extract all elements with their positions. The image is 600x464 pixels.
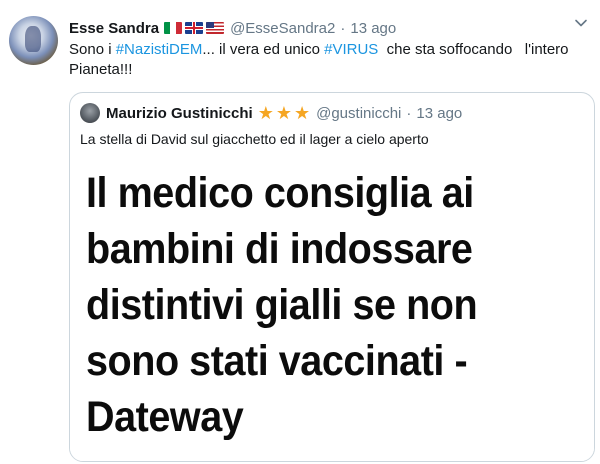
image-headline: Il medico consiglia ai bambini di indoss…: [86, 169, 478, 441]
tweet-header: Esse Sandra @EsseSandra2 · 13 ago: [69, 17, 396, 39]
quoted-tweet-header: Maurizio Gustinicchi ★ ★ ★ @gustinicchi …: [80, 102, 462, 124]
text-part: Sono i: [69, 41, 116, 58]
star-icon: ★: [275, 103, 292, 123]
quoted-image[interactable]: Il medico consiglia ai bambini di indoss…: [70, 157, 594, 461]
hashtag-link[interactable]: #NazistiDEM: [116, 41, 203, 58]
quoted-handle[interactable]: @gustinicchi: [316, 105, 401, 122]
quoted-timestamp[interactable]: 13 ago: [416, 105, 462, 122]
quoted-display-name[interactable]: Maurizio Gustinicchi: [106, 105, 253, 122]
tweet[interactable]: Esse Sandra @EsseSandra2 · 13 ago Sono i…: [0, 0, 600, 464]
timestamp[interactable]: 13 ago: [350, 20, 396, 37]
quoted-tweet-text: La stella di David sul giacchetto ed il …: [80, 131, 429, 147]
quoted-tweet[interactable]: Maurizio Gustinicchi ★ ★ ★ @gustinicchi …: [69, 92, 595, 462]
display-name[interactable]: Esse Sandra: [69, 20, 159, 37]
star-icon: ★: [257, 103, 274, 123]
us-flag-icon: [206, 22, 225, 34]
avatar[interactable]: [9, 16, 58, 65]
flag-emojis: [164, 22, 225, 34]
separator-dot: ·: [406, 104, 412, 122]
star-icon: ★: [293, 103, 311, 123]
quoted-avatar[interactable]: [80, 103, 100, 123]
uk-flag-icon: [185, 22, 204, 34]
italy-flag-icon: [164, 22, 183, 34]
chevron-down-icon[interactable]: [572, 16, 590, 34]
star-emojis: ★ ★ ★: [258, 104, 310, 122]
hashtag-link[interactable]: #VIRUS: [324, 41, 378, 58]
user-handle[interactable]: @EsseSandra2: [230, 20, 335, 37]
separator-dot: ·: [340, 19, 346, 37]
text-part: ... il vera ed unico: [202, 41, 325, 58]
tweet-text: Sono i #NazistiDEM... il vera ed unico #…: [69, 40, 589, 80]
